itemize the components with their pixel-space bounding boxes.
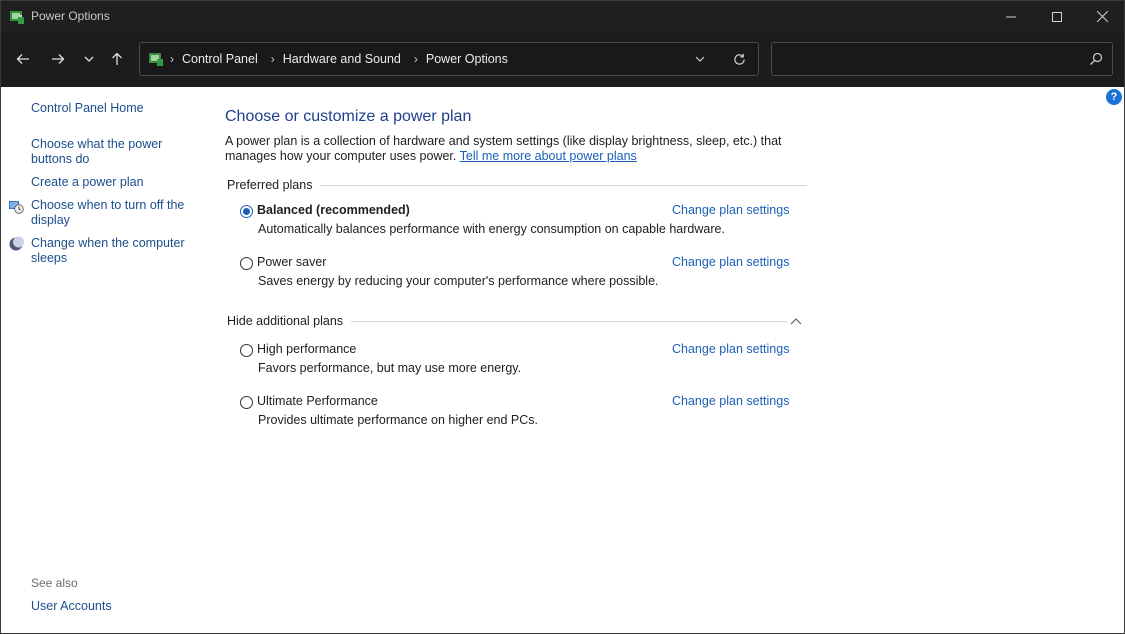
preferred-plans-label: Preferred plans (227, 178, 313, 192)
refresh-icon[interactable] (730, 50, 748, 68)
intro-paragraph: A power plan is a collection of hardware… (225, 134, 825, 164)
power-options-app-icon (9, 9, 25, 25)
plan-radio-high-performance[interactable] (240, 344, 253, 357)
search-input[interactable] (778, 48, 1078, 70)
plan-radio-balanced[interactable] (240, 205, 253, 218)
plan-description: Saves energy by reducing your computer's… (258, 274, 659, 288)
learn-more-link[interactable]: Tell me more about power plans (460, 149, 637, 163)
moon-sleep-icon (8, 236, 24, 252)
address-bar[interactable]: › Control Panel › Hardware and Sound › P… (139, 42, 759, 76)
title-bar: Power Options (1, 1, 1124, 32)
back-button[interactable] (10, 46, 36, 72)
change-plan-settings-link[interactable]: Change plan settings (672, 394, 789, 408)
minimize-button[interactable] (988, 1, 1034, 32)
arrow-up-icon (112, 52, 122, 65)
chevron-right-icon[interactable]: › (271, 52, 275, 66)
plan-description: Automatically balances performance with … (258, 222, 725, 236)
recent-locations-button[interactable] (76, 46, 102, 72)
page-title: Choose or customize a power plan (225, 108, 472, 125)
plan-ultimate-performance: Ultimate Performance Provides ultimate p… (240, 393, 800, 433)
plan-radio-power-saver[interactable] (240, 257, 253, 270)
change-plan-settings-link[interactable]: Change plan settings (672, 255, 789, 269)
divider (320, 184, 808, 186)
plan-name[interactable]: High performance (257, 342, 356, 356)
sidebar-item-turn-off-display[interactable]: Choose when to turn off the display (31, 198, 191, 228)
plan-radio-ultimate-performance[interactable] (240, 396, 253, 409)
breadcrumb-hardware-and-sound[interactable]: Hardware and Sound (283, 52, 401, 66)
additional-plans-header[interactable]: Hide additional plans (227, 314, 788, 328)
change-plan-settings-link[interactable]: Change plan settings (672, 342, 789, 356)
help-icon[interactable]: ? (1106, 89, 1122, 105)
breadcrumb-power-options[interactable]: Power Options (426, 52, 508, 66)
display-power-icon (8, 198, 24, 214)
plan-name[interactable]: Power saver (257, 255, 326, 269)
divider (351, 320, 788, 322)
arrow-right-icon (52, 54, 65, 64)
chevron-right-icon[interactable]: › (414, 52, 418, 66)
sidebar-item-create-plan[interactable]: Create a power plan (31, 175, 144, 190)
plan-name[interactable]: Ultimate Performance (257, 394, 378, 408)
breadcrumb: › Control Panel › Hardware and Sound › P… (170, 43, 521, 75)
content-area: ? Control Panel Home Choose what the pow… (1, 87, 1124, 633)
sidebar-item-power-buttons[interactable]: Choose what the power buttons do (31, 137, 191, 167)
see-also-label: See also (31, 576, 78, 590)
plan-name[interactable]: Balanced (recommended) (257, 203, 410, 217)
navigation-bar: › Control Panel › Hardware and Sound › P… (1, 32, 1124, 87)
chevron-up-icon[interactable] (790, 316, 802, 326)
control-panel-home-link[interactable]: Control Panel Home (31, 101, 144, 116)
breadcrumb-control-panel[interactable]: Control Panel (182, 52, 258, 66)
left-navigation-pane: Control Panel Home Choose what the power… (1, 87, 201, 633)
address-history-chevron-icon[interactable] (692, 51, 708, 67)
preferred-plans-header: Preferred plans (227, 178, 808, 192)
change-plan-settings-link[interactable]: Change plan settings (672, 203, 789, 217)
power-options-window: Power Options › Control Panel › Hardware… (0, 0, 1125, 634)
sidebar-item-computer-sleeps[interactable]: Change when the computer sleeps (31, 236, 191, 266)
close-button[interactable] (1079, 1, 1125, 32)
window-title: Power Options (31, 9, 110, 23)
search-box[interactable] (771, 42, 1113, 76)
control-panel-icon (148, 51, 164, 67)
maximize-button[interactable] (1034, 1, 1080, 32)
forward-button[interactable] (45, 46, 71, 72)
plan-description: Provides ultimate performance on higher … (258, 413, 539, 427)
plan-power-saver: Power saver Saves energy by reducing you… (240, 254, 800, 294)
chevron-down-icon (84, 56, 94, 62)
plan-description: Favors performance, but may use more ene… (258, 361, 522, 375)
plan-balanced: Balanced (recommended) Automatically bal… (240, 202, 800, 242)
search-icon[interactable] (1089, 52, 1103, 66)
plan-high-performance: High performance Favors performance, but… (240, 341, 800, 381)
chevron-right-icon: › (170, 52, 174, 66)
hide-additional-plans-label[interactable]: Hide additional plans (227, 314, 343, 328)
user-accounts-link[interactable]: User Accounts (31, 599, 112, 614)
up-button[interactable] (104, 46, 130, 72)
arrow-left-icon (16, 54, 29, 64)
